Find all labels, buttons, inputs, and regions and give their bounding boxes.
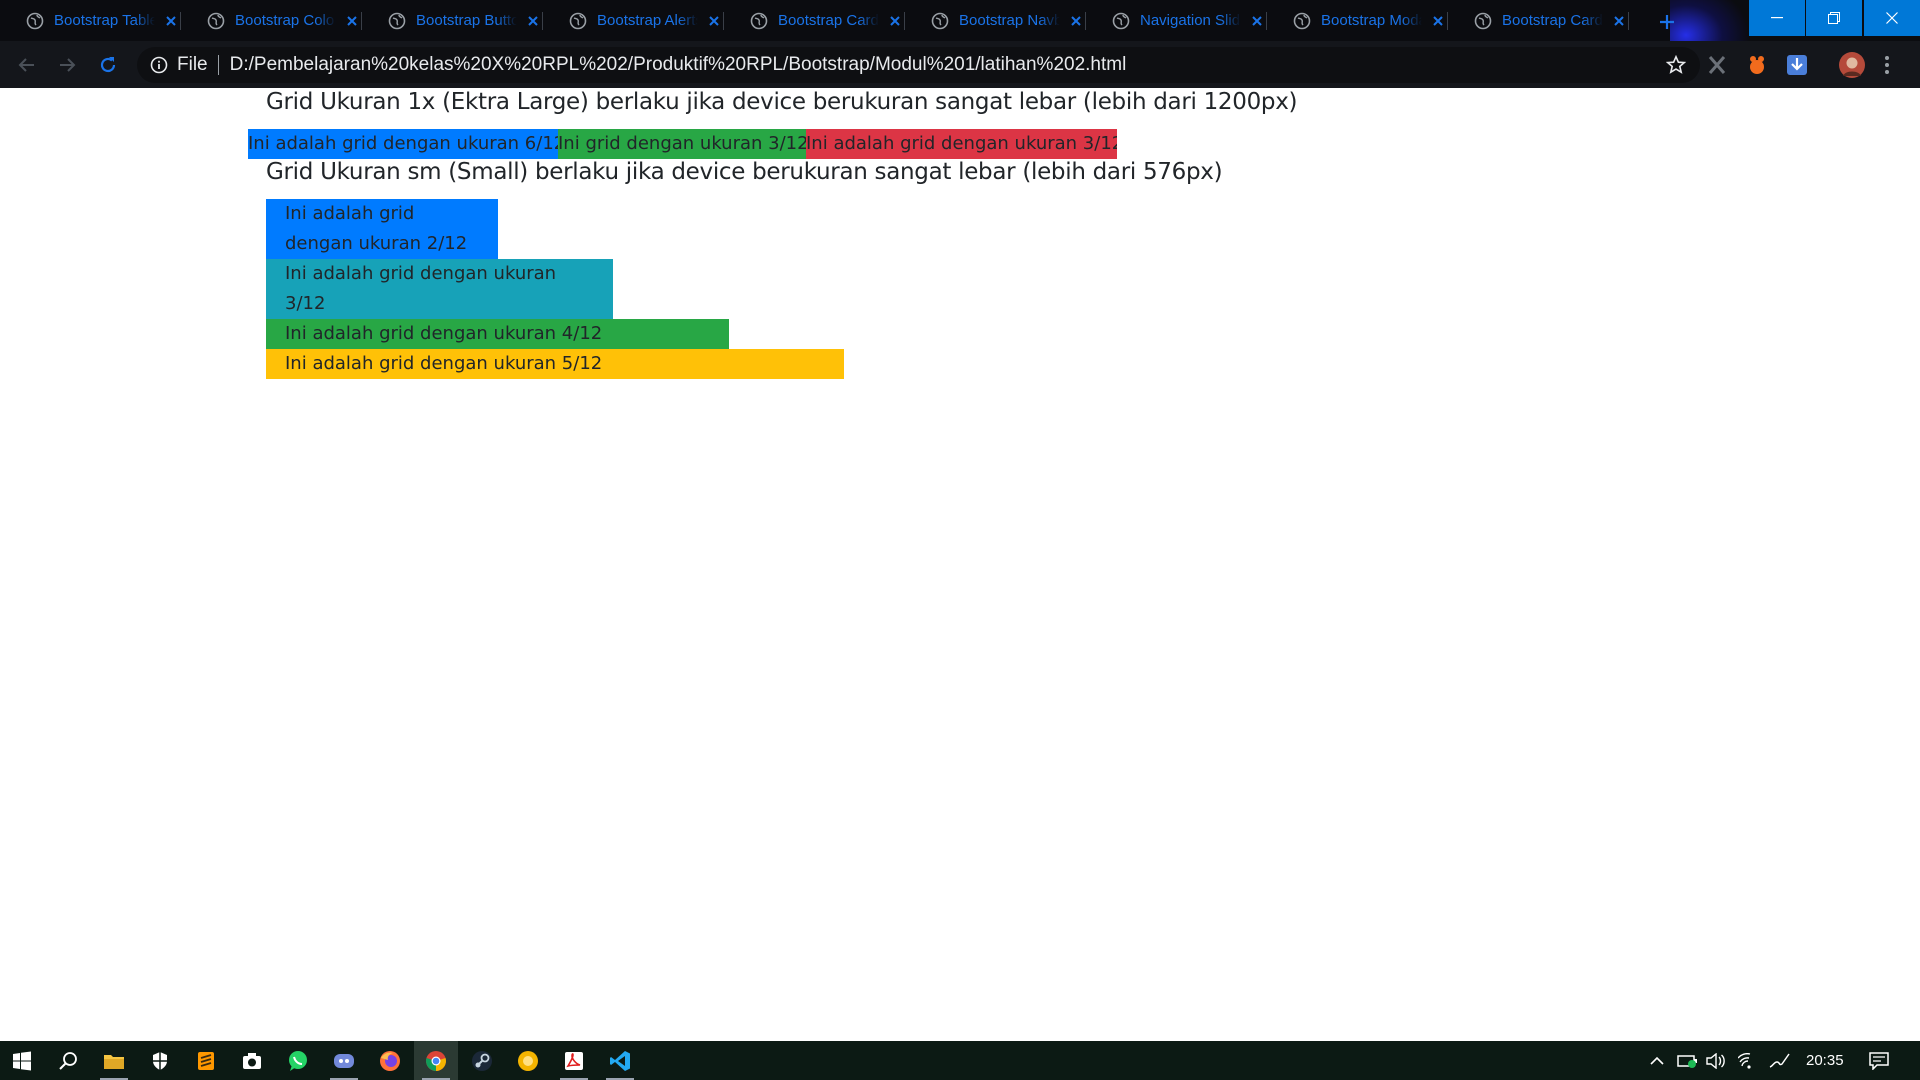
windows-security-icon[interactable] bbox=[138, 1041, 182, 1080]
browser-tab[interactable]: Bootstrap Card bbox=[724, 0, 905, 41]
new-tab-plus-icon[interactable] bbox=[1653, 8, 1681, 36]
tab-title: Bootstrap Colors bbox=[235, 12, 336, 29]
browser-tab[interactable]: Navigation Slider bbox=[1086, 0, 1267, 41]
close-icon[interactable] bbox=[706, 13, 722, 29]
discord-icon[interactable] bbox=[322, 1041, 366, 1080]
close-icon[interactable] bbox=[1249, 13, 1265, 29]
profile-avatar[interactable] bbox=[1839, 52, 1865, 78]
acrobat-icon[interactable] bbox=[552, 1041, 596, 1080]
globe-icon bbox=[1293, 12, 1311, 30]
address-separator bbox=[217, 55, 219, 75]
clock[interactable]: 20:35 bbox=[1806, 1041, 1844, 1080]
battery-charging-icon[interactable] bbox=[1675, 1041, 1701, 1080]
tab-title: Bootstrap Buttons bbox=[416, 12, 517, 29]
sm-grid-col-4: Ini adalah grid dengan ukuran 4/12 bbox=[266, 319, 729, 349]
camera-icon[interactable] bbox=[230, 1041, 274, 1080]
tab-title: Bootstrap Table bbox=[54, 12, 155, 29]
kebab-menu-icon[interactable] bbox=[1880, 52, 1894, 78]
notification-icon[interactable] bbox=[1862, 1041, 1896, 1080]
close-icon[interactable] bbox=[1611, 13, 1627, 29]
back-arrow-icon[interactable] bbox=[15, 53, 39, 77]
browser-tab[interactable]: Bootstrap Colors bbox=[181, 0, 362, 41]
globe-icon bbox=[207, 12, 225, 30]
globe-icon bbox=[750, 12, 768, 30]
file-explorer-icon[interactable] bbox=[92, 1041, 136, 1080]
page-heading-sm: Grid Ukuran sm (Small) berlaku jika devi… bbox=[266, 159, 1223, 185]
tab-title: Bootstrap Card bbox=[778, 12, 879, 29]
address-bar[interactable]: File D:/Pembelajaran%20kelas%20X%20RPL%2… bbox=[137, 47, 1700, 83]
browser-tab[interactable]: Bootstrap Table bbox=[0, 0, 181, 41]
windows-start-icon[interactable] bbox=[0, 1041, 44, 1080]
download-extension-icon[interactable] bbox=[1784, 52, 1810, 78]
reload-icon[interactable] bbox=[96, 53, 120, 77]
globe-icon bbox=[26, 12, 44, 30]
page-heading-xl: Grid Ukuran 1x (Ektra Large) berlaku jik… bbox=[266, 89, 1298, 115]
xl-grid-row: Ini adalah grid dengan ukuran 6/12 Ini g… bbox=[248, 129, 1117, 159]
xl-grid-col-3: Ini grid dengan ukuran 3/12 bbox=[558, 129, 806, 159]
wifi-icon[interactable] bbox=[1735, 1041, 1761, 1080]
globe-icon bbox=[931, 12, 949, 30]
info-icon[interactable] bbox=[149, 55, 169, 75]
chevron-up-icon[interactable] bbox=[1645, 1041, 1669, 1080]
close-icon[interactable] bbox=[887, 13, 903, 29]
forward-arrow-icon[interactable] bbox=[55, 53, 79, 77]
whatsapp-icon[interactable] bbox=[276, 1041, 320, 1080]
close-icon[interactable] bbox=[1068, 13, 1084, 29]
minimize-icon[interactable] bbox=[1749, 0, 1805, 36]
tab-title: Navigation Slider bbox=[1140, 12, 1241, 29]
vscode-icon[interactable] bbox=[598, 1041, 642, 1080]
tab-title: Bootstrap Modal bbox=[1321, 12, 1422, 29]
restore-icon[interactable] bbox=[1806, 0, 1862, 36]
tab-title: Bootstrap Card bbox=[1502, 12, 1603, 29]
url-text[interactable]: D:/Pembelajaran%20kelas%20X%20RPL%202/Pr… bbox=[230, 54, 1127, 76]
browser-toolbar: File D:/Pembelajaran%20kelas%20X%20RPL%2… bbox=[0, 41, 1920, 88]
globe-icon bbox=[1474, 12, 1492, 30]
browser-tab[interactable]: Bootstrap Alerts bbox=[543, 0, 724, 41]
globe-icon bbox=[388, 12, 406, 30]
close-icon[interactable] bbox=[344, 13, 360, 29]
sublime-text-icon[interactable] bbox=[184, 1041, 228, 1080]
xl-grid-col-3: Ini adalah grid dengan ukuran 3/12 bbox=[806, 129, 1117, 159]
browser-tab[interactable]: Bootstrap Navbar bbox=[905, 0, 1086, 41]
sm-grid-col-3: Ini adalah grid dengan ukuran 3/12 bbox=[266, 259, 613, 319]
close-icon[interactable] bbox=[525, 13, 541, 29]
tab-title: Bootstrap Navbar bbox=[959, 12, 1060, 29]
bookmark-star-icon[interactable] bbox=[1666, 55, 1686, 75]
sm-grid-col-2: Ini adalah grid dengan ukuran 2/12 bbox=[266, 199, 498, 259]
xl-grid-col-6: Ini adalah grid dengan ukuran 6/12 bbox=[248, 129, 558, 159]
browser-tab[interactable]: Bootstrap Buttons bbox=[362, 0, 543, 41]
browser-tab[interactable]: Bootstrap Card bbox=[1448, 0, 1629, 41]
firefox-icon[interactable] bbox=[368, 1041, 412, 1080]
volume-icon[interactable] bbox=[1703, 1041, 1729, 1080]
gold-app-icon[interactable] bbox=[506, 1041, 550, 1080]
search-icon[interactable] bbox=[46, 1041, 90, 1080]
sm-grid-col-5: Ini adalah grid dengan ukuran 5/12 bbox=[266, 349, 844, 379]
close-icon[interactable] bbox=[1430, 13, 1446, 29]
globe-icon bbox=[569, 12, 587, 30]
pen-ink-icon[interactable] bbox=[1767, 1041, 1793, 1080]
close-icon[interactable] bbox=[163, 13, 179, 29]
scheme-label: File bbox=[177, 54, 208, 75]
browser-tabstrip: Bootstrap Table Bootstrap Colors Bootstr… bbox=[0, 0, 1920, 88]
crab-extension-icon[interactable] bbox=[1744, 52, 1770, 78]
window-close-icon[interactable] bbox=[1864, 0, 1920, 36]
chrome-icon[interactable] bbox=[414, 1041, 458, 1080]
x-extension-icon[interactable] bbox=[1704, 52, 1730, 78]
tab-title: Bootstrap Alerts bbox=[597, 12, 698, 29]
globe-icon bbox=[1112, 12, 1130, 30]
steam-icon[interactable] bbox=[460, 1041, 504, 1080]
windows-taskbar: 20:35 bbox=[0, 1041, 1920, 1080]
browser-tab[interactable]: Bootstrap Modal bbox=[1267, 0, 1448, 41]
